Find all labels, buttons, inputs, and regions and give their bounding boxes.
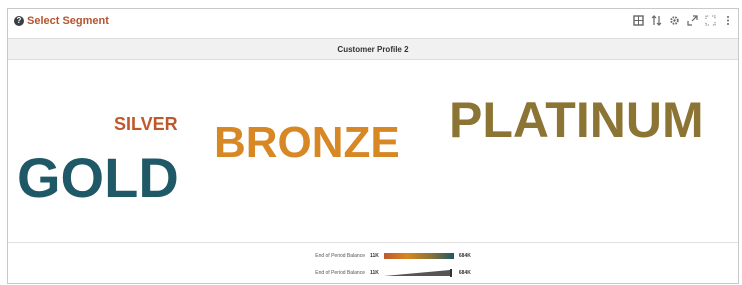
legend: End of Period Balance 11K 684K End of Pe…: [8, 242, 738, 285]
sort-icon[interactable]: [650, 14, 662, 26]
panel-header: ? Select Segment: [8, 9, 738, 37]
segment-panel: ? Select Segment Customer Profile 2 SILV…: [7, 8, 739, 284]
word-bronze[interactable]: BRONZE: [214, 121, 400, 165]
legend-color-max: 684K: [458, 253, 471, 259]
legend-size-min: 11K: [370, 270, 379, 276]
select-segment-link[interactable]: Select Segment: [27, 15, 109, 27]
word-silver[interactable]: SILVER: [114, 115, 178, 133]
grid-icon[interactable]: [632, 14, 644, 26]
panel-toolbar: [632, 14, 734, 26]
legend-size-max: 684K: [458, 270, 471, 276]
chart-title: Customer Profile 2: [8, 38, 738, 60]
legend-size-row: End of Period Balance 11K 684K: [283, 269, 471, 277]
word-cloud: SILVER BRONZE PLATINUM GOLD: [8, 59, 738, 239]
legend-color-min: 11K: [370, 253, 379, 259]
word-gold[interactable]: GOLD: [17, 150, 179, 206]
gear-icon[interactable]: [668, 14, 680, 26]
header-left: ? Select Segment: [14, 15, 109, 27]
legend-color-gradient: [383, 253, 454, 259]
fullscreen-icon[interactable]: [704, 14, 716, 26]
expand-icon[interactable]: [686, 14, 698, 26]
legend-color-label: End of Period Balance: [315, 253, 365, 259]
word-platinum[interactable]: PLATINUM: [449, 95, 704, 145]
legend-color-row: End of Period Balance 11K 684K: [283, 253, 471, 259]
help-icon[interactable]: ?: [14, 16, 24, 26]
legend-size-wedge: [383, 269, 452, 277]
more-icon[interactable]: [722, 14, 734, 26]
legend-size-label: End of Period Balance: [315, 270, 365, 276]
